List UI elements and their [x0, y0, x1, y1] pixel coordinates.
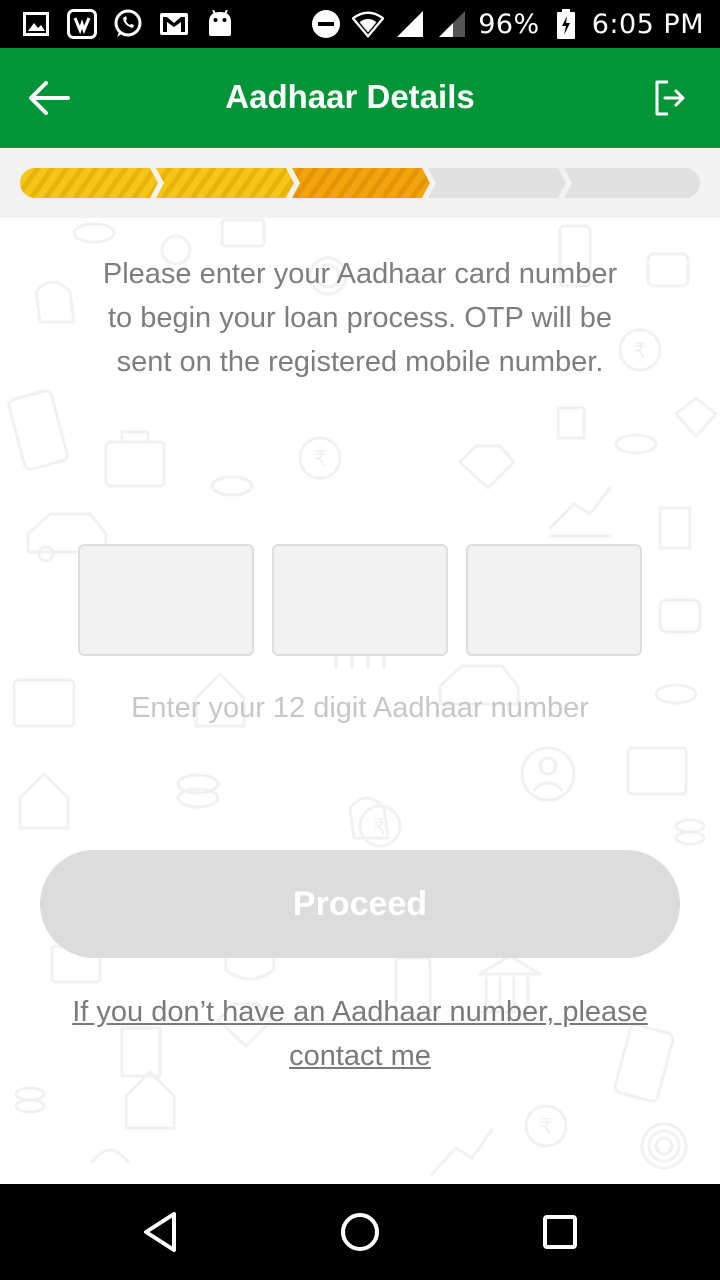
gallery-icon	[20, 8, 52, 40]
logout-button[interactable]	[650, 78, 690, 118]
android-icon	[204, 8, 236, 40]
svg-text:₹: ₹	[313, 446, 327, 471]
battery-percent: 96%	[478, 8, 540, 40]
recents-square-icon	[543, 1215, 577, 1249]
contact-me-link[interactable]: If you don’t have an Aadhaar number, ple…	[30, 990, 690, 1078]
wifi-icon	[352, 8, 385, 40]
progress-section	[0, 148, 720, 218]
home-circle-icon	[341, 1213, 379, 1251]
navigation-bar	[0, 1184, 720, 1280]
back-triangle-icon	[144, 1212, 176, 1252]
progress-step-5	[564, 168, 700, 198]
proceed-button[interactable]: Proceed	[40, 850, 680, 958]
page-title: Aadhaar Details	[225, 78, 475, 115]
logout-icon	[655, 80, 685, 116]
svg-text:₹: ₹	[539, 1114, 553, 1139]
whatsapp-icon	[112, 8, 144, 40]
step-progress-bar	[20, 168, 700, 198]
app-bar: Aadhaar Details	[0, 48, 720, 148]
instruction-text: Please enter your Aadhaar card number to…	[102, 258, 618, 378]
progress-step-3	[292, 168, 430, 198]
aadhaar-hint: Enter your 12 digit Aadhaar number	[131, 692, 589, 724]
battery-charging-icon	[550, 8, 582, 40]
signal-icon	[394, 8, 426, 40]
svg-text:₹: ₹	[633, 338, 647, 363]
progress-step-2	[156, 168, 294, 198]
main-content: ₹ ₹ ₹ ₹ Please enter your Aadhaar card n…	[0, 218, 720, 1184]
aadhaar-input-3[interactable]	[466, 544, 642, 656]
progress-step-4	[428, 168, 566, 198]
aadhaar-input-2[interactable]	[272, 544, 448, 656]
jio-icon	[66, 8, 98, 40]
signal-weak-icon	[436, 8, 468, 40]
progress-step-1	[20, 168, 158, 198]
gmail-icon	[158, 8, 190, 40]
nav-recents-button[interactable]	[536, 1208, 584, 1256]
do-not-disturb-icon	[310, 8, 342, 40]
aadhaar-input-1[interactable]	[78, 544, 254, 656]
nav-back-button[interactable]	[136, 1208, 184, 1256]
status-bar: 96% 6:05 PM	[0, 0, 720, 48]
nav-home-button[interactable]	[336, 1208, 384, 1256]
clock: 6:05 PM	[591, 8, 704, 40]
